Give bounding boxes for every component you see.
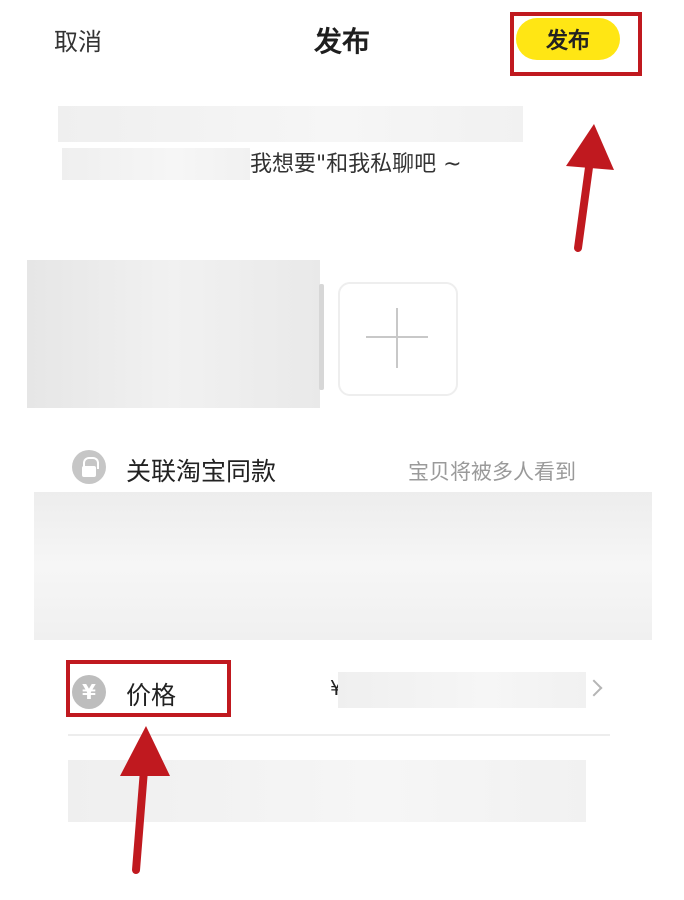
- blurred-options-section: [34, 492, 652, 640]
- chevron-right-icon[interactable]: [585, 679, 603, 697]
- arrow-up-icon-bottom: [120, 726, 170, 874]
- photo-edge: [319, 284, 324, 390]
- arrow-up-icon: [566, 124, 614, 252]
- description-blur-2: [62, 148, 250, 180]
- taobao-link-hint: 宝贝将被多人看到: [408, 460, 576, 484]
- lock-icon: [72, 450, 106, 484]
- photo-thumbnail[interactable]: [27, 260, 320, 408]
- description-text[interactable]: 我想要"和我私聊吧 ~: [250, 146, 462, 178]
- publish-button[interactable]: 发布: [516, 18, 620, 60]
- add-photo-button[interactable]: [338, 282, 458, 396]
- price-value-blur[interactable]: [338, 672, 586, 708]
- description-blur-1: [58, 106, 523, 142]
- plus-icon-vertical: [396, 308, 398, 368]
- taobao-link-label[interactable]: 关联淘宝同款: [126, 452, 276, 488]
- price-highlight-box: [66, 660, 231, 717]
